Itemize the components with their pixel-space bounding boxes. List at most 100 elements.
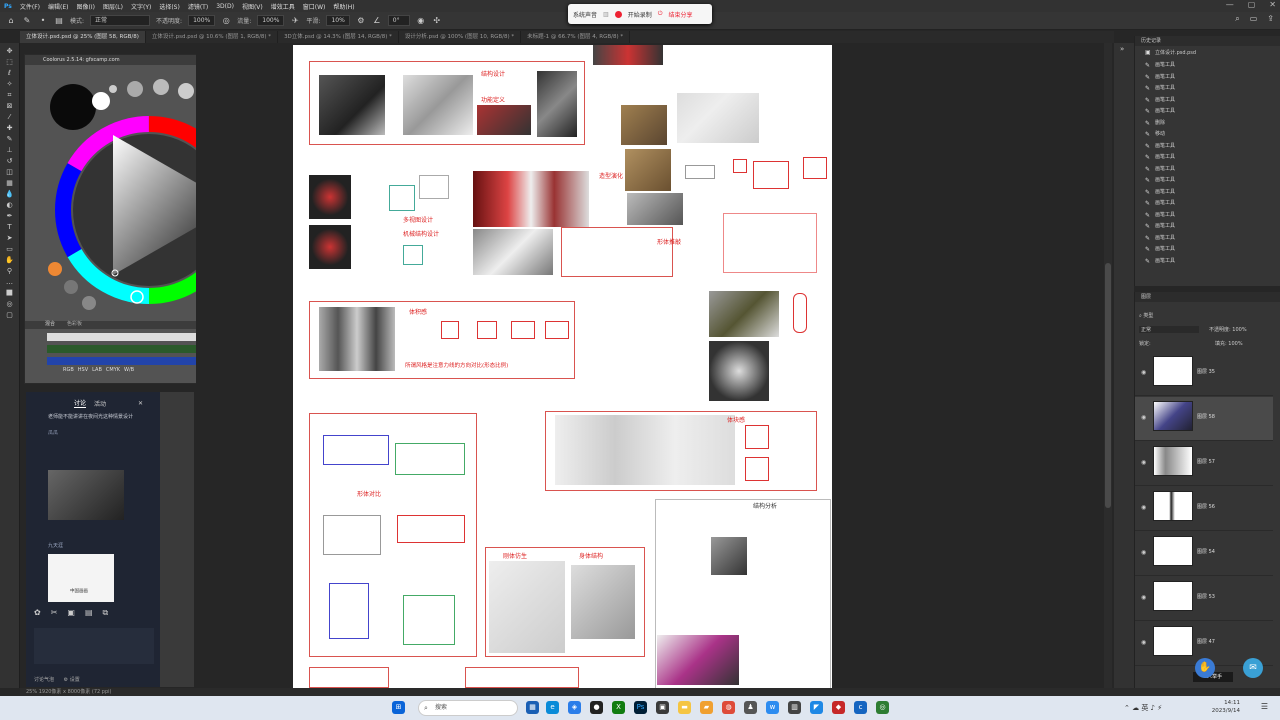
quick-mask-icon[interactable]: ◎ — [4, 300, 16, 309]
history-item[interactable]: ✎ 画笔工具 — [1135, 210, 1280, 222]
minimize-button[interactable]: — — [1226, 0, 1234, 12]
history-item[interactable]: ✎ 画笔工具 — [1135, 83, 1280, 95]
square-mode-icon[interactable] — [82, 296, 96, 310]
text-tool-icon[interactable]: T — [4, 223, 16, 232]
menu-image[interactable]: 图像(I) — [73, 2, 99, 11]
brush-settings-icon[interactable]: ▤ — [54, 16, 64, 26]
eye-icon[interactable]: ◉ — [1141, 639, 1146, 646]
smooth-field[interactable]: 10% — [326, 15, 350, 26]
history-item[interactable]: ✎ 删除 — [1135, 118, 1280, 130]
chrome-icon[interactable]: ◍ — [722, 701, 735, 714]
tab-document-4[interactable]: 设计分析.psd @ 100% (图层 10, RGB/8) * — [399, 31, 522, 43]
layer-opacity[interactable]: 不透明度: 100% — [1209, 326, 1247, 333]
airbrush-icon[interactable]: ✈ — [290, 16, 300, 26]
healing-brush-icon[interactable]: ✚ — [4, 124, 16, 133]
mode-rgb[interactable]: RGB — [63, 367, 74, 373]
mode-select[interactable]: 正常 — [90, 15, 151, 26]
primary-color-swatch[interactable] — [50, 84, 96, 130]
symmetry-icon[interactable]: ✣ — [432, 16, 442, 26]
app-icon-7[interactable]: ▥ — [788, 701, 801, 714]
eye-icon[interactable]: ◉ — [1141, 414, 1146, 421]
menu-type[interactable]: 文字(Y) — [127, 2, 155, 11]
scissors-icon[interactable]: ✂ — [51, 608, 58, 618]
eye-icon[interactable]: ◉ — [1141, 504, 1146, 511]
chat-close-icon[interactable]: ✕ — [138, 400, 143, 407]
stamp-icon[interactable]: ⊥ — [4, 146, 16, 155]
chat-image-2[interactable]: 中国画画 — [48, 554, 114, 602]
tab-document-5[interactable]: 未标题-1 @ 66.7% (图层 4, RGB/8) * — [521, 31, 631, 43]
app-icon-8[interactable]: ◤ — [810, 701, 823, 714]
opacity-field[interactable]: 100% — [188, 15, 216, 26]
blur-icon[interactable]: 💧 — [4, 190, 16, 199]
collapse-panels-icon[interactable]: » — [1120, 45, 1124, 53]
swap-colors-icon[interactable] — [109, 85, 117, 93]
layer-filter[interactable]: ⌕ 类型 — [1139, 312, 1153, 319]
home-icon[interactable]: ⌂ — [6, 16, 16, 26]
move-tool-icon[interactable]: ✥ — [4, 47, 16, 56]
app-icon-9[interactable]: ◆ — [832, 701, 845, 714]
marquee-tool-icon[interactable]: ⬚ — [4, 58, 16, 67]
app-icon-6[interactable]: w — [766, 701, 779, 714]
harmony-icon-3[interactable] — [178, 83, 194, 99]
chat-bubble-icon[interactable]: ✉ — [1243, 658, 1263, 678]
crop-tool-icon[interactable]: ⌗ — [4, 91, 16, 100]
mode-hsv[interactable]: HSV — [78, 367, 88, 373]
history-item[interactable]: ✎ 画笔工具 — [1135, 72, 1280, 84]
app-icon-1[interactable]: ▦ — [526, 701, 539, 714]
menu-file[interactable]: 文件(F) — [16, 2, 44, 11]
document-canvas[interactable]: 结构设计 功能定义 造型演化 多视图设计 机械结构设计 形体推敲 体积感 所谓风… — [293, 45, 832, 688]
app-icon-4[interactable]: ▰ — [700, 701, 713, 714]
more-tools-icon[interactable]: … — [4, 278, 16, 287]
history-item[interactable]: ✎ 画笔工具 — [1135, 187, 1280, 199]
menu-3d[interactable]: 3D(D) — [212, 3, 238, 10]
menu-select[interactable]: 选择(S) — [155, 2, 184, 11]
frame-tool-icon[interactable]: ⊠ — [4, 102, 16, 111]
taskbar-search[interactable]: ⌕ 搜索 — [418, 700, 518, 716]
angle-field[interactable]: 0° — [387, 15, 410, 26]
photoshop-icon[interactable]: Ps — [634, 701, 647, 714]
close-button[interactable]: ✕ — [1269, 0, 1276, 12]
history-item[interactable]: ✎ 画笔工具 — [1135, 141, 1280, 153]
history-item[interactable]: ✎ 画笔工具 — [1135, 106, 1280, 118]
shape-tool-icon[interactable]: ▭ — [4, 245, 16, 254]
app-icon-3[interactable]: ▣ — [656, 701, 669, 714]
menu-filter[interactable]: 滤镜(T) — [184, 2, 212, 11]
pressure-opacity-icon[interactable]: ◎ — [221, 16, 231, 26]
history-item[interactable]: ✎ 画笔工具 — [1135, 233, 1280, 245]
emoji-icon[interactable]: ✿ — [34, 608, 41, 618]
history-item[interactable]: ✎ 画笔工具 — [1135, 221, 1280, 233]
eyedropper-icon[interactable]: ⁄ — [4, 113, 16, 122]
history-brush-icon[interactable]: ↺ — [4, 157, 16, 166]
mode-cmyk[interactable]: CMYK — [106, 367, 120, 373]
color-swatches-icon[interactable]: ◼ — [4, 289, 16, 298]
gear-icon[interactable]: ⚙ — [356, 16, 366, 26]
eye-icon[interactable]: ◉ — [1141, 369, 1146, 376]
triangle-mode-icon[interactable] — [64, 280, 78, 294]
file-icon[interactable]: ▤ — [85, 608, 93, 618]
start-record-button[interactable]: 开始录制 — [628, 10, 652, 19]
folder-icon[interactable]: ▬ — [678, 701, 691, 714]
secondary-color-swatch[interactable] — [92, 92, 110, 110]
tab-document-3[interactable]: 3D立体.psd @ 14.3% (图层 14, RGB/8) * — [278, 31, 399, 43]
brush-icon[interactable]: ✎ — [4, 135, 16, 144]
history-item[interactable]: ✎ 画笔工具 — [1135, 198, 1280, 210]
ps-logo-icon[interactable]: Ps — [0, 3, 16, 10]
pressure-size-icon[interactable]: ◉ — [416, 16, 426, 26]
pen-icon[interactable]: ✒ — [4, 212, 16, 221]
harmony-icon-1[interactable] — [127, 81, 143, 97]
gradient-icon[interactable]: ▦ — [4, 179, 16, 188]
image-icon[interactable]: ▣ — [67, 608, 75, 618]
maximize-button[interactable]: ▢ — [1248, 0, 1256, 12]
history-item[interactable]: ✎ 画笔工具 — [1135, 175, 1280, 187]
menu-edit[interactable]: 编辑(E) — [44, 2, 72, 11]
vertical-scrollbar[interactable] — [1104, 43, 1112, 688]
app-icon-5[interactable]: ♟ — [744, 701, 757, 714]
chat-input[interactable] — [34, 628, 154, 664]
tab-activity[interactable]: 活动 — [94, 399, 106, 408]
workspace-icon[interactable]: ▭ — [1250, 14, 1258, 24]
blend-mode-select[interactable]: 正常 — [1139, 326, 1199, 333]
layer-fill[interactable]: 填充: 100% — [1215, 340, 1243, 347]
app-icon-2[interactable]: ● — [590, 701, 603, 714]
dodge-icon[interactable]: ◐ — [4, 201, 16, 210]
harmony-icon-2[interactable] — [153, 79, 169, 95]
